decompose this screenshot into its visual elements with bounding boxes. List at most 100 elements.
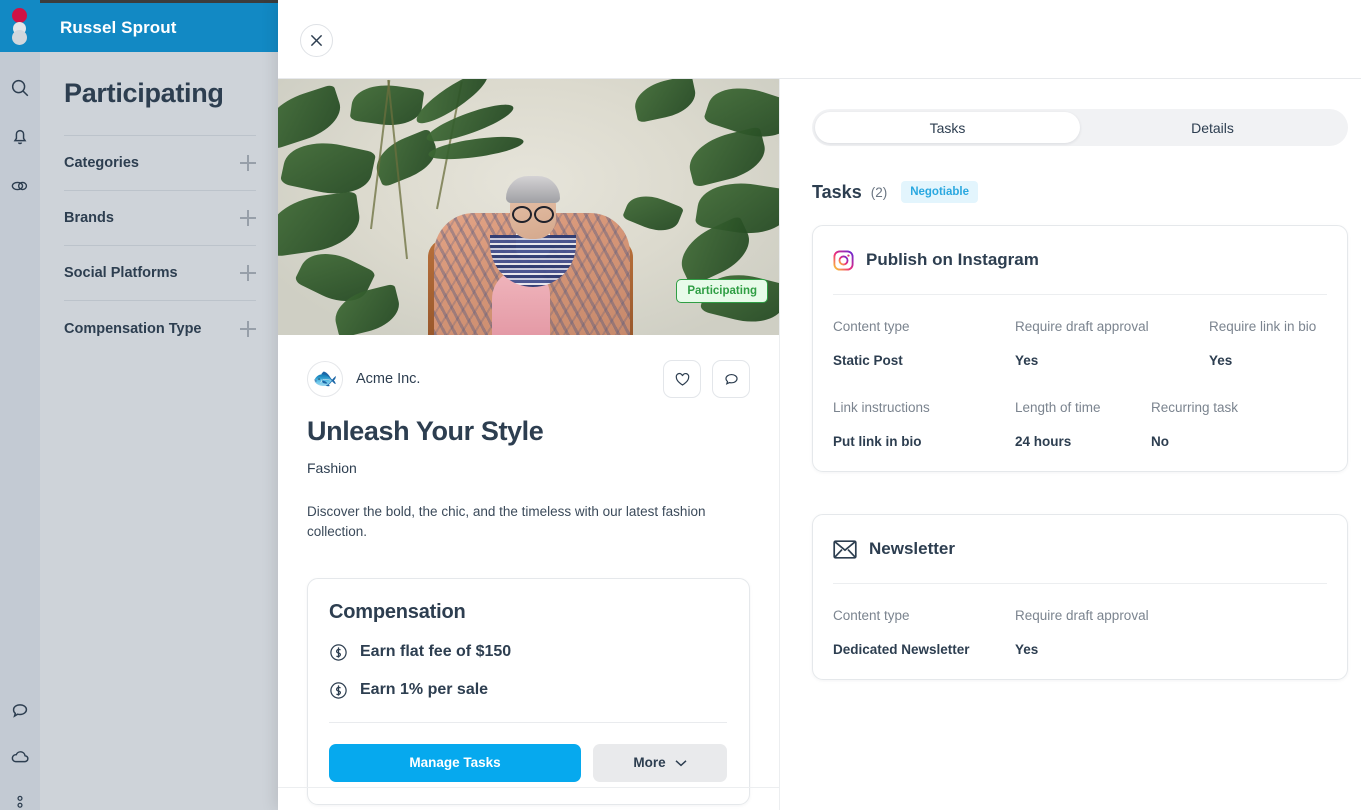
field-label: Require draft approval — [1015, 319, 1149, 334]
compensation-item-text: Earn 1% per sale — [360, 681, 489, 698]
offer-category: Fashion — [307, 460, 357, 476]
plus-icon[interactable] — [240, 320, 256, 337]
instagram-icon — [833, 249, 854, 271]
bell-icon[interactable] — [8, 124, 32, 148]
like-button[interactable] — [663, 360, 701, 398]
plus-icon[interactable] — [240, 265, 256, 281]
comment-icon — [724, 373, 738, 385]
compensation-item-text: Earn flat fee of $150 — [360, 643, 512, 660]
field-label: Link instructions — [833, 400, 930, 415]
task-field: Require link in bio Yes — [1209, 319, 1316, 368]
envelope-icon — [833, 539, 857, 559]
task-field: Content type Static Post — [833, 319, 1015, 368]
field-value: Static Post — [833, 353, 903, 368]
tasks-header: Tasks (2) Negotiable — [812, 181, 1347, 203]
app-root: Participating Categories Brands Social P… — [0, 0, 1361, 810]
field-value: Yes — [1015, 353, 1039, 368]
task-card-instagram: Publish on Instagram Content type Static… — [812, 225, 1348, 472]
task-divider — [833, 583, 1327, 584]
modal-header — [278, 0, 1361, 79]
task-field-row: Content type Static Post Require draft a… — [833, 319, 1327, 368]
task-field: Content type Dedicated Newsletter — [833, 608, 1015, 657]
field-label: Length of time — [1015, 400, 1101, 415]
hero-person-glasses — [512, 206, 554, 223]
chat-icon[interactable] — [8, 699, 32, 723]
field-value: No — [1151, 434, 1169, 449]
filter-label: Compensation Type — [64, 320, 202, 337]
links-icon[interactable] — [8, 174, 32, 198]
search-icon[interactable] — [8, 76, 32, 100]
task-card-newsletter: Newsletter Content type Dedicated Newsle… — [812, 514, 1348, 680]
field-value: Put link in bio — [833, 434, 922, 449]
task-field: Require draft approval Yes — [1015, 608, 1149, 657]
status-badge: Participating — [676, 279, 768, 303]
heart-icon — [675, 372, 689, 386]
compensation-title: Compensation — [329, 600, 466, 623]
offer-hero-image: Participating — [278, 79, 779, 335]
plus-icon[interactable] — [240, 210, 256, 226]
modal-body: Participating 🐟 Acme Inc. Unleash Your S… — [278, 79, 1361, 810]
filter-label: Categories — [64, 155, 139, 171]
field-value: Yes — [1015, 642, 1039, 657]
sidebar-filter-compensation-type[interactable]: Compensation Type — [64, 301, 256, 356]
task-field: Length of time 24 hours — [1015, 400, 1151, 449]
more-dots-icon[interactable] — [8, 790, 32, 810]
task-field-row: Content type Dedicated Newsletter Requir… — [833, 608, 1327, 657]
logo-dot-top-icon — [12, 8, 27, 23]
filter-label: Brands — [64, 210, 114, 226]
field-value: Dedicated Newsletter — [833, 642, 970, 657]
brand-identity: 🐟 Acme Inc. — [307, 361, 420, 397]
brand-name: Acme Inc. — [356, 371, 421, 387]
more-button-label: More — [633, 755, 666, 770]
tab-tasks[interactable]: Tasks — [815, 112, 1080, 143]
close-button[interactable] — [300, 24, 333, 57]
tab-details[interactable]: Details — [1080, 112, 1345, 143]
sidebar-filter-categories[interactable]: Categories — [64, 136, 256, 191]
field-label: Content type — [833, 608, 910, 623]
task-header: Newsletter — [833, 532, 1327, 566]
tasks-panel: Tasks Details Tasks (2) Negotiable Publi… — [780, 79, 1360, 810]
task-field: Require draft approval Yes — [1015, 319, 1209, 368]
cloud-icon[interactable] — [8, 745, 32, 769]
close-icon — [310, 34, 323, 47]
avatar: 🐟 — [307, 361, 343, 397]
task-divider — [833, 294, 1327, 295]
dollar-coin-icon — [330, 643, 347, 661]
panel-tabs: Tasks Details — [812, 109, 1348, 146]
task-header: Publish on Instagram — [833, 243, 1327, 277]
app-title: Russel Sprout — [60, 17, 177, 37]
russel-sprout-logo[interactable] — [0, 0, 40, 52]
compensation-card: Compensation Earn flat fee of $150 Earn … — [307, 577, 750, 805]
offer-summary-panel: Participating 🐟 Acme Inc. Unleash Your S… — [278, 79, 780, 810]
sidebar-filter-social-platforms[interactable]: Social Platforms — [64, 246, 256, 301]
page-title: Participating — [64, 78, 224, 108]
compensation-divider — [329, 721, 727, 723]
offer-action-buttons — [663, 360, 750, 398]
logo-dot-bottom-icon — [12, 30, 27, 45]
more-button[interactable]: More — [593, 743, 727, 782]
field-label: Content type — [833, 319, 910, 334]
field-label: Require draft approval — [1015, 608, 1149, 623]
comment-button[interactable] — [712, 360, 750, 398]
task-field-row: Link instructions Put link in bio Length… — [833, 400, 1327, 449]
filter-label: Social Platforms — [64, 265, 178, 281]
filters-sidebar: Participating Categories Brands Social P… — [40, 52, 280, 810]
task-name: Newsletter — [869, 539, 955, 558]
offer-card-body: 🐟 Acme Inc. Unleash Your Style Fashion D… — [278, 335, 779, 805]
sidebar-filter-brands[interactable]: Brands — [64, 191, 256, 246]
manage-tasks-button[interactable]: Manage Tasks — [329, 743, 581, 782]
hero-person-hair — [506, 176, 560, 203]
brand-row: 🐟 Acme Inc. — [307, 359, 750, 399]
compensation-item: Earn 1% per sale — [329, 681, 727, 700]
task-name: Publish on Instagram — [866, 250, 1039, 269]
offer-title: Unleash Your Style — [307, 416, 544, 446]
panel-bottom-divider — [278, 787, 779, 788]
task-field: Recurring task No — [1151, 400, 1238, 449]
offer-description: Discover the bold, the chic, and the tim… — [307, 504, 706, 540]
tasks-count: (2) — [870, 184, 888, 200]
field-value: Yes — [1209, 353, 1233, 368]
tasks-header-title: Tasks — [812, 181, 862, 202]
chevron-down-icon — [675, 759, 687, 766]
field-value: 24 hours — [1015, 434, 1072, 449]
plus-icon[interactable] — [240, 155, 256, 171]
